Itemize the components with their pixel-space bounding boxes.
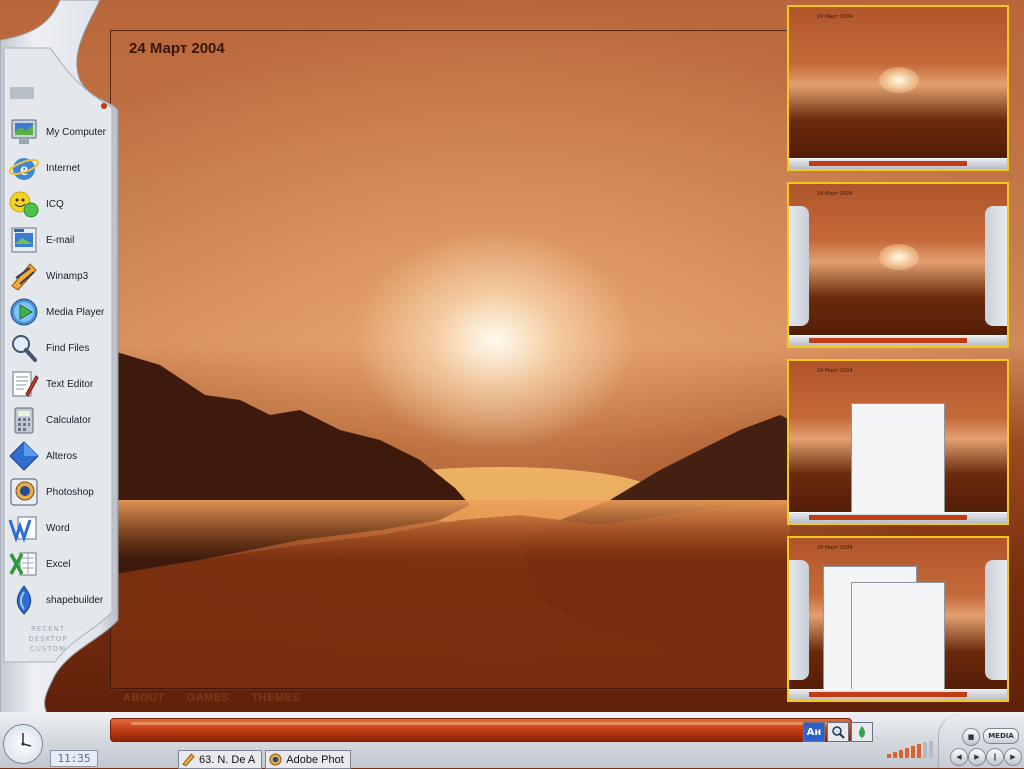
sidebar-item-label: Find Files xyxy=(46,342,90,354)
theme-preview-2[interactable]: 24 Март 2004 xyxy=(787,182,1009,348)
launcher-sidebar: My Computer e Internet ICQ E-mail Winamp… xyxy=(0,0,122,718)
calculator-icon xyxy=(14,407,34,434)
sidebar-item-label: E-mail xyxy=(46,234,75,246)
sidebar-item-internet[interactable]: e Internet xyxy=(8,150,116,186)
volume-indicator[interactable] xyxy=(885,740,943,760)
system-tray: Ан xyxy=(803,722,873,742)
previous-button[interactable]: ◀ xyxy=(950,748,968,766)
sidebar-item-label: shapebuilder xyxy=(46,594,104,606)
next-button[interactable]: ▶ xyxy=(1004,748,1022,766)
sidebar-items: My Computer e Internet ICQ E-mail Winamp… xyxy=(8,114,116,618)
sidebar-item-label: Word xyxy=(46,522,70,534)
tray-search-button[interactable] xyxy=(827,722,849,742)
sidebar-item-media-player[interactable]: Media Player xyxy=(8,294,116,330)
preview-date: 24 Март 2004 xyxy=(817,191,853,197)
task-button-photoshop[interactable]: Adobe Phot xyxy=(265,750,351,769)
theme-preview-list: 24 Март 2004 24 Март 2004 24 Март 2004 2… xyxy=(787,5,1009,713)
media-button[interactable]: MEDIA xyxy=(983,728,1019,744)
sidebar-item-label: ICQ xyxy=(46,198,64,210)
sidebar-item-text-editor[interactable]: Text Editor xyxy=(8,366,116,402)
internet-explorer-icon: e xyxy=(8,158,40,180)
language-indicator[interactable]: Ан xyxy=(803,722,825,742)
theme-preview-1[interactable]: 24 Март 2004 xyxy=(787,5,1009,171)
excel-icon xyxy=(9,552,37,576)
sidebar-item-alteros[interactable]: Alteros xyxy=(8,438,116,474)
preview-date: 24 Март 2004 xyxy=(817,14,853,20)
analog-clock[interactable] xyxy=(3,724,43,764)
custom-link[interactable]: CUSTOM xyxy=(18,644,78,654)
winamp-icon xyxy=(182,753,195,766)
sidebar-item-label: Media Player xyxy=(46,306,105,318)
sidebar-item-label: Text Editor xyxy=(46,378,94,390)
desktop-link[interactable]: DESKTOP xyxy=(18,634,78,644)
task-buttons: 63. N. De A Adobe Phot xyxy=(178,750,351,769)
email-icon xyxy=(11,227,37,253)
shapebuilder-icon xyxy=(859,726,865,738)
sidebar-item-label: Winamp3 xyxy=(46,270,89,282)
sidebar-item-winamp3[interactable]: Winamp3 xyxy=(8,258,116,294)
taskbar-accent-strip xyxy=(110,718,852,742)
sidebar-item-label: Alteros xyxy=(46,450,78,462)
sidebar-links: RECENT DESKTOP CUSTOM xyxy=(18,624,78,654)
sidebar-item-shapebuilder[interactable]: shapebuilder xyxy=(8,582,116,618)
sidebar-item-label: Internet xyxy=(46,162,80,174)
tray-shapebuilder-button[interactable] xyxy=(851,722,873,742)
sidebar-item-email[interactable]: E-mail xyxy=(8,222,116,258)
sidebar-item-find-files[interactable]: Find Files xyxy=(8,330,116,366)
task-button-label: Adobe Phot xyxy=(286,753,344,766)
desktop-frame xyxy=(110,30,791,689)
stop-button[interactable]: ■ xyxy=(962,728,980,746)
themes-link[interactable]: THEMES xyxy=(251,692,300,704)
date-label: 24 Март 2004 xyxy=(129,40,225,57)
preview-date: 24 Март 2004 xyxy=(817,368,853,374)
word-icon xyxy=(8,516,37,543)
play-button[interactable]: ▶ xyxy=(968,748,986,766)
sidebar-item-calculator[interactable]: Calculator xyxy=(8,402,116,438)
sidebar-item-excel[interactable]: Excel xyxy=(8,546,116,582)
games-link[interactable]: GAMES xyxy=(187,692,230,704)
sidebar-item-photoshop[interactable]: Photoshop xyxy=(8,474,116,510)
theme-preview-3[interactable]: 24 Март 2004 xyxy=(787,359,1009,525)
task-button-winamp[interactable]: 63. N. De A xyxy=(178,750,263,769)
sidebar-item-label: My Computer xyxy=(46,126,107,138)
sidebar-item-icq[interactable]: ICQ xyxy=(8,186,116,222)
sidebar-item-my-computer[interactable]: My Computer xyxy=(8,114,116,150)
pause-button[interactable]: ‖ xyxy=(986,748,1004,766)
winamp-icon xyxy=(11,263,37,291)
theme-preview-4[interactable]: 24 Март 2004 xyxy=(787,536,1009,702)
task-button-label: 63. N. De A xyxy=(199,753,256,766)
desktop-bottom-links: ABOUT GAMES THEMES xyxy=(123,692,300,704)
clock-icon xyxy=(21,733,32,747)
photoshop-icon xyxy=(10,478,38,506)
alteros-icon xyxy=(9,441,39,471)
icq-icon xyxy=(9,191,39,218)
photoshop-icon xyxy=(269,753,282,766)
preview-date: 24 Март 2004 xyxy=(817,545,853,551)
sidebar-item-label: Excel xyxy=(46,558,71,570)
my-computer-icon xyxy=(11,119,37,144)
search-icon xyxy=(12,335,37,362)
media-player-icon xyxy=(10,298,38,326)
text-editor-icon xyxy=(12,371,39,397)
sidebar-item-label: Photoshop xyxy=(46,486,94,498)
sidebar-item-label: Calculator xyxy=(46,414,92,426)
shapebuilder-icon xyxy=(16,585,32,615)
clock-time: 11:35 xyxy=(50,750,98,767)
recent-link[interactable]: RECENT xyxy=(18,624,78,634)
search-icon xyxy=(832,726,845,739)
sidebar-item-word[interactable]: Word xyxy=(8,510,116,546)
about-link[interactable]: ABOUT xyxy=(123,692,165,704)
